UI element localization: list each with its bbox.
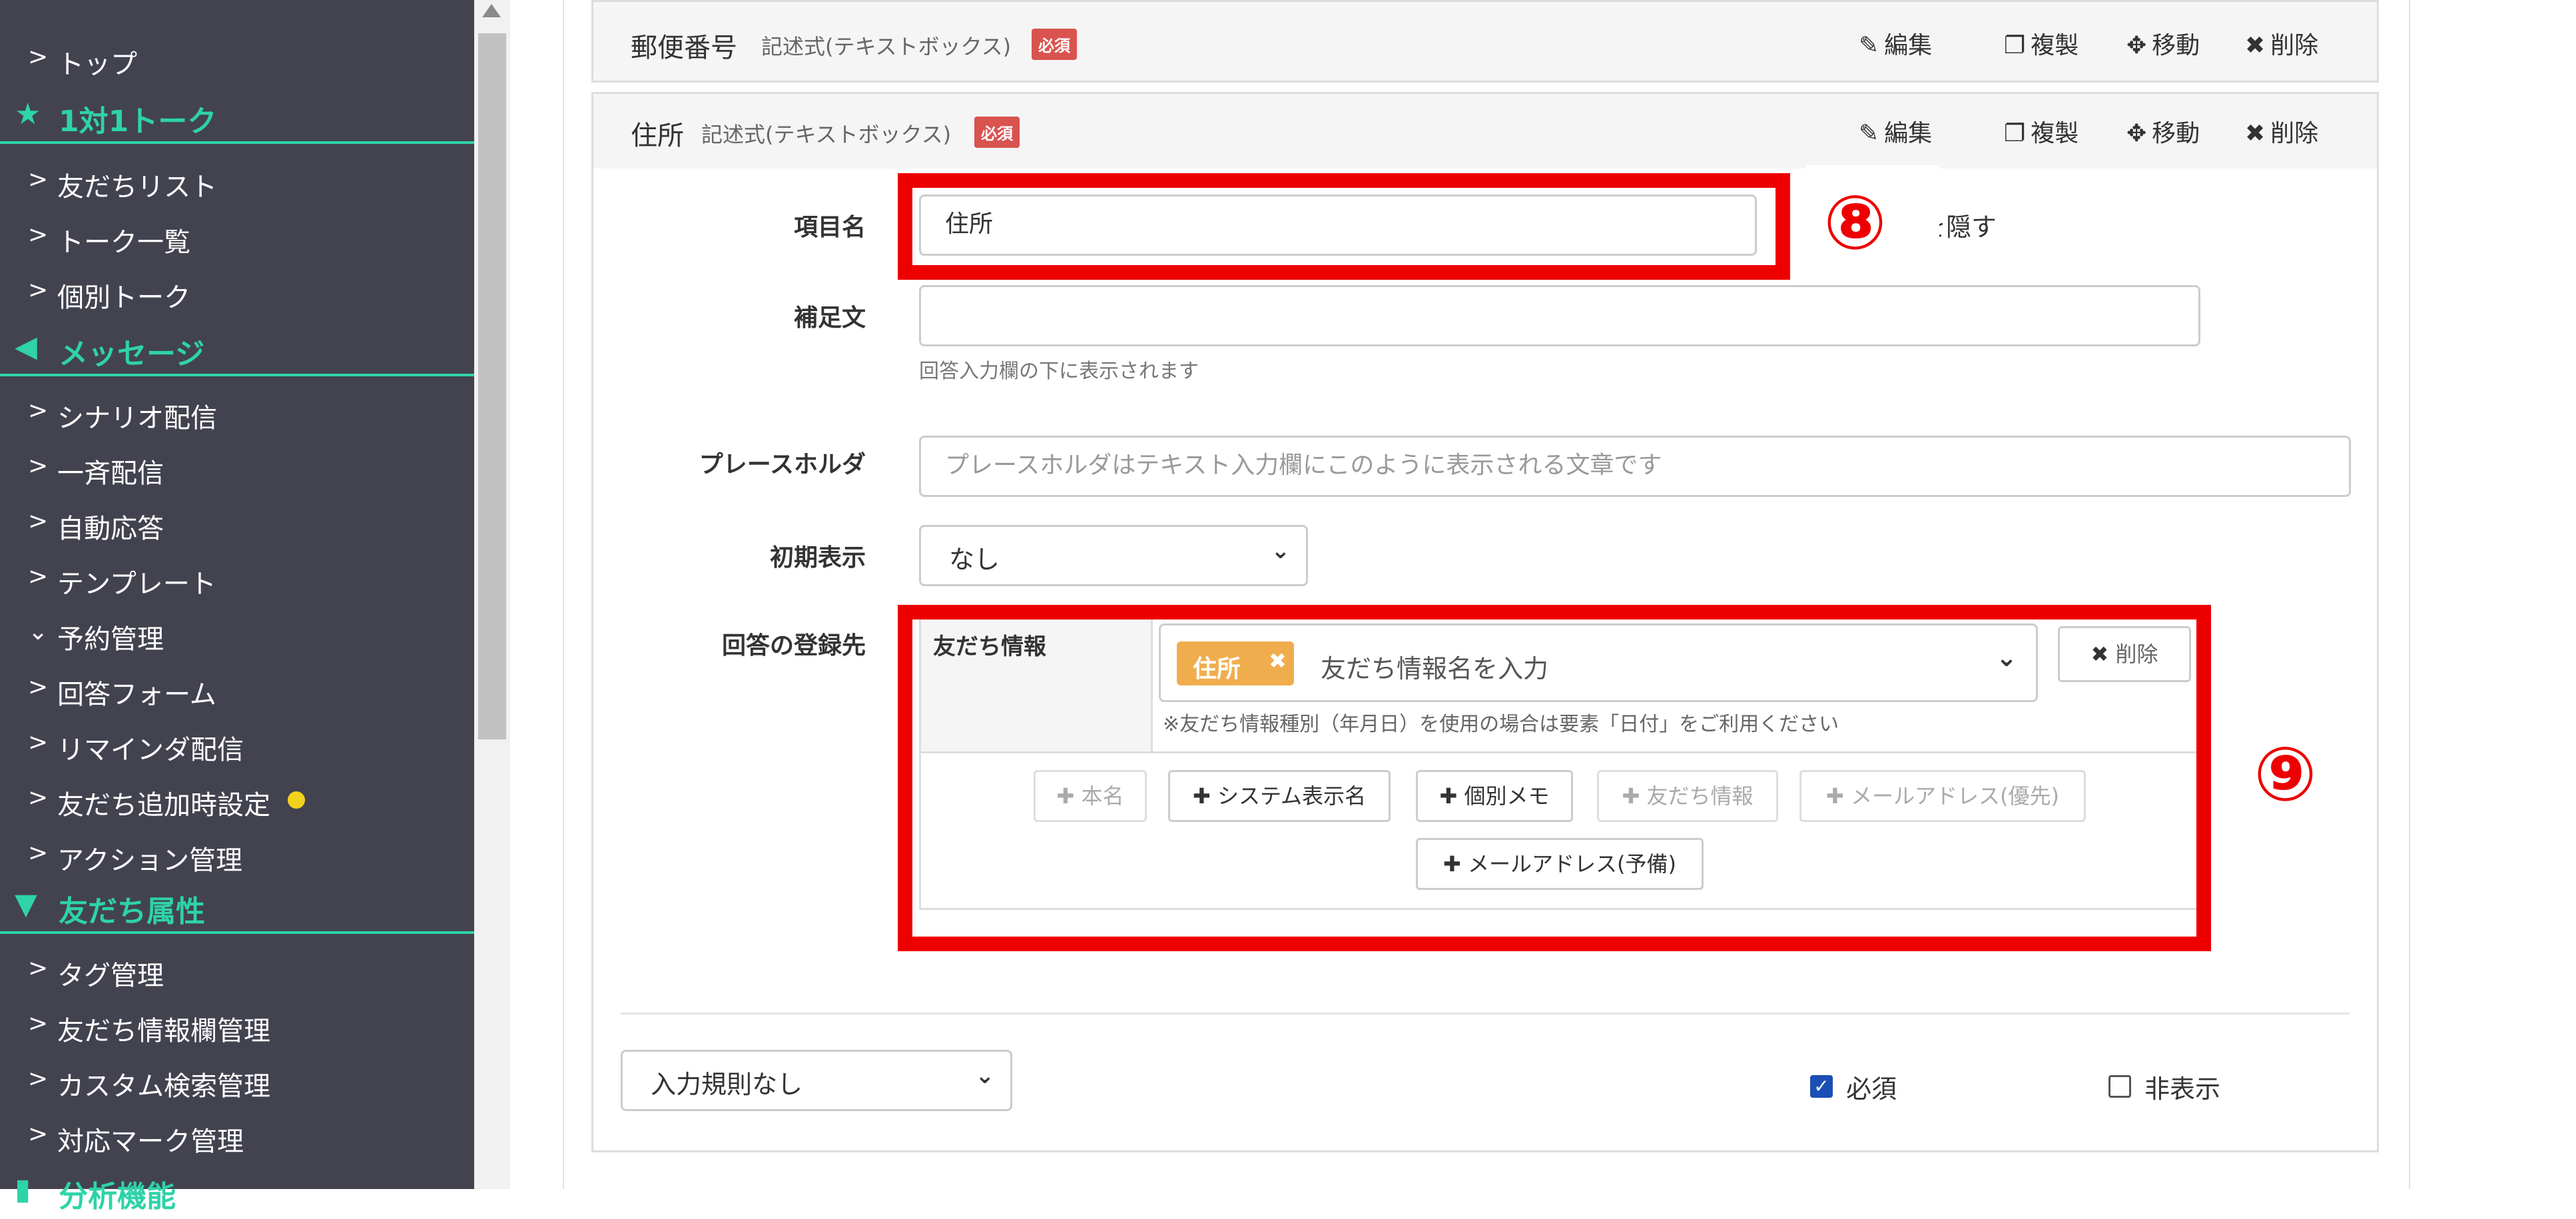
- supplement-help-text: 回答入力欄の下に表示されます: [919, 360, 1199, 383]
- sidebar-item-reminder[interactable]: > リマインダ配信: [0, 720, 474, 767]
- field-title: 郵便番号: [631, 33, 737, 63]
- divider: [621, 1013, 2350, 1015]
- sidebar-item-friend-info[interactable]: > 友だち情報欄管理: [0, 1001, 474, 1048]
- sidebar-item-top[interactable]: > トップ: [0, 35, 474, 81]
- sidebar-item-answer-form[interactable]: > 回答フォーム: [0, 665, 474, 711]
- required-badge: 必須: [1032, 29, 1077, 60]
- delete-button[interactable]: ✖ 削除: [2245, 114, 2318, 149]
- sidebar-item-template[interactable]: > テンプレート: [0, 554, 474, 601]
- scroll-up-arrow-icon[interactable]: [482, 4, 501, 17]
- annotation-box-9: [898, 605, 2211, 951]
- sidebar-section-message[interactable]: ◀ メッセージ: [0, 323, 474, 376]
- notification-dot: [288, 791, 305, 809]
- chevron-right-icon: >: [28, 729, 49, 756]
- initial-display-label: 初期表示: [769, 544, 866, 572]
- chevron-down-icon: ⌄: [1271, 538, 1291, 564]
- edit-button[interactable]: ✎ 編集: [1859, 26, 1932, 61]
- chevron-right-icon: >: [28, 1120, 49, 1148]
- hidden-checkbox[interactable]: [2108, 1075, 2131, 1098]
- sidebar-item-individual-talk[interactable]: > 個別トーク: [0, 268, 474, 314]
- chevron-right-icon: >: [28, 397, 49, 424]
- chevron-right-icon: >: [28, 673, 49, 701]
- sidebar-item-reservation[interactable]: ⌄ 予約管理: [0, 610, 474, 656]
- close-icon: ✖: [2245, 32, 2266, 59]
- annotation-box-8: [898, 173, 1790, 280]
- sidebar-item-friend-list[interactable]: > 友だちリスト: [0, 157, 474, 204]
- field-type: 記述式(テキストボックス): [701, 122, 952, 147]
- sidebar-item-tag[interactable]: > タグ管理: [0, 946, 474, 993]
- sidebar-item-friend-add-settings[interactable]: > 友だち追加時設定: [0, 775, 474, 822]
- sidebar-item-response-mark[interactable]: > 対応マーク管理: [0, 1112, 474, 1158]
- chevron-right-icon: >: [28, 563, 49, 590]
- chevron-right-icon: >: [28, 452, 49, 480]
- field-card-postal: 郵便番号 記述式(テキストボックス) 必須 ✎ 編集 ❐ 複製 ✥ 移動 ✖ 削除: [591, 0, 2379, 83]
- sidebar: > トップ ★ 1対1トーク > 友だちリスト > トーク一覧 > 個別トーク …: [0, 0, 474, 1214]
- sidebar-item-label: トップ: [57, 49, 137, 80]
- chevron-right-icon: >: [28, 1065, 49, 1092]
- scrollbar-thumb[interactable]: [478, 33, 506, 739]
- move-button[interactable]: ✥ 移動: [2126, 26, 2200, 61]
- pencil-icon: ✎: [1859, 32, 1879, 59]
- sidebar-section-talk[interactable]: ★ 1対1トーク: [0, 91, 474, 144]
- chevron-right-icon: >: [28, 508, 49, 535]
- chevron-down-icon: ⌄: [975, 1062, 995, 1089]
- sidebar-item-custom-search[interactable]: > カスタム検索管理: [0, 1056, 474, 1103]
- hidden-checkbox-label[interactable]: 非表示: [2144, 1068, 2220, 1105]
- pencil-icon: ✎: [1859, 120, 1879, 147]
- duplicate-button[interactable]: ❐ 複製: [2004, 26, 2079, 61]
- sidebar-item-auto-reply[interactable]: > 自動応答: [0, 499, 474, 546]
- annotation-marker-8: ⑧: [1823, 180, 1887, 266]
- delete-button[interactable]: ✖ 削除: [2245, 26, 2318, 61]
- required-badge: 必須: [974, 117, 1020, 148]
- move-icon: ✥: [2126, 32, 2147, 59]
- chevron-right-icon: >: [28, 43, 49, 71]
- supplement-label: 補足文: [793, 304, 866, 332]
- move-icon: ✥: [2126, 120, 2147, 147]
- sidebar-item-scenario[interactable]: > シナリオ配信: [0, 388, 474, 435]
- placeholder-label: プレースホルダ: [699, 451, 866, 478]
- chevron-down-icon: ⌄: [28, 618, 49, 645]
- close-icon: ✖: [2245, 120, 2266, 147]
- filter-icon: ▼: [15, 887, 37, 921]
- sidebar-item-talk-list[interactable]: > トーク一覧: [0, 212, 474, 259]
- duplicate-icon: ❐: [2004, 32, 2026, 59]
- initial-display-select[interactable]: なし ⌄: [919, 525, 1308, 586]
- chevron-right-icon: >: [28, 221, 49, 248]
- chevron-right-icon: >: [28, 1010, 49, 1037]
- move-button[interactable]: ✥ 移動: [2126, 114, 2200, 149]
- chevron-right-icon: >: [28, 166, 49, 193]
- required-checkbox-label[interactable]: 必須: [1846, 1068, 1897, 1105]
- chevron-right-icon: >: [28, 784, 49, 811]
- star-icon: ★: [15, 97, 41, 131]
- item-name-label: 項目名: [793, 214, 866, 241]
- sidebar-item-broadcast[interactable]: > 一斉配信: [0, 444, 474, 490]
- required-checkbox[interactable]: ✓: [1810, 1075, 1833, 1098]
- annotation-marker-9: ⑨: [2254, 731, 2317, 818]
- field-type: 記述式(テキストボックス): [761, 34, 1012, 59]
- sidebar-section-attributes[interactable]: ▼ 友だち属性: [0, 881, 474, 934]
- duplicate-icon: ❐: [2004, 120, 2026, 147]
- megaphone-icon: ◀: [15, 330, 37, 364]
- sidebar-item-action[interactable]: > アクション管理: [0, 831, 474, 877]
- chevron-right-icon: >: [28, 955, 49, 982]
- supplement-input[interactable]: [919, 285, 2200, 346]
- chevron-right-icon: >: [28, 839, 49, 867]
- placeholder-input[interactable]: プレースホルダはテキスト入力欄にこのように表示される文章です: [919, 436, 2351, 497]
- chart-icon: ▮: [15, 1172, 31, 1206]
- destination-label: 回答の登録先: [721, 632, 866, 659]
- validation-rule-select[interactable]: 入力規則なし ⌄: [621, 1050, 1012, 1111]
- chevron-right-icon: >: [28, 276, 49, 304]
- sidebar-section-analytics[interactable]: ▮ 分析機能: [0, 1166, 474, 1219]
- field-title: 住所: [631, 121, 684, 151]
- edit-button[interactable]: ✎ 編集: [1859, 114, 1932, 149]
- duplicate-button[interactable]: ❐ 複製: [2004, 114, 2079, 149]
